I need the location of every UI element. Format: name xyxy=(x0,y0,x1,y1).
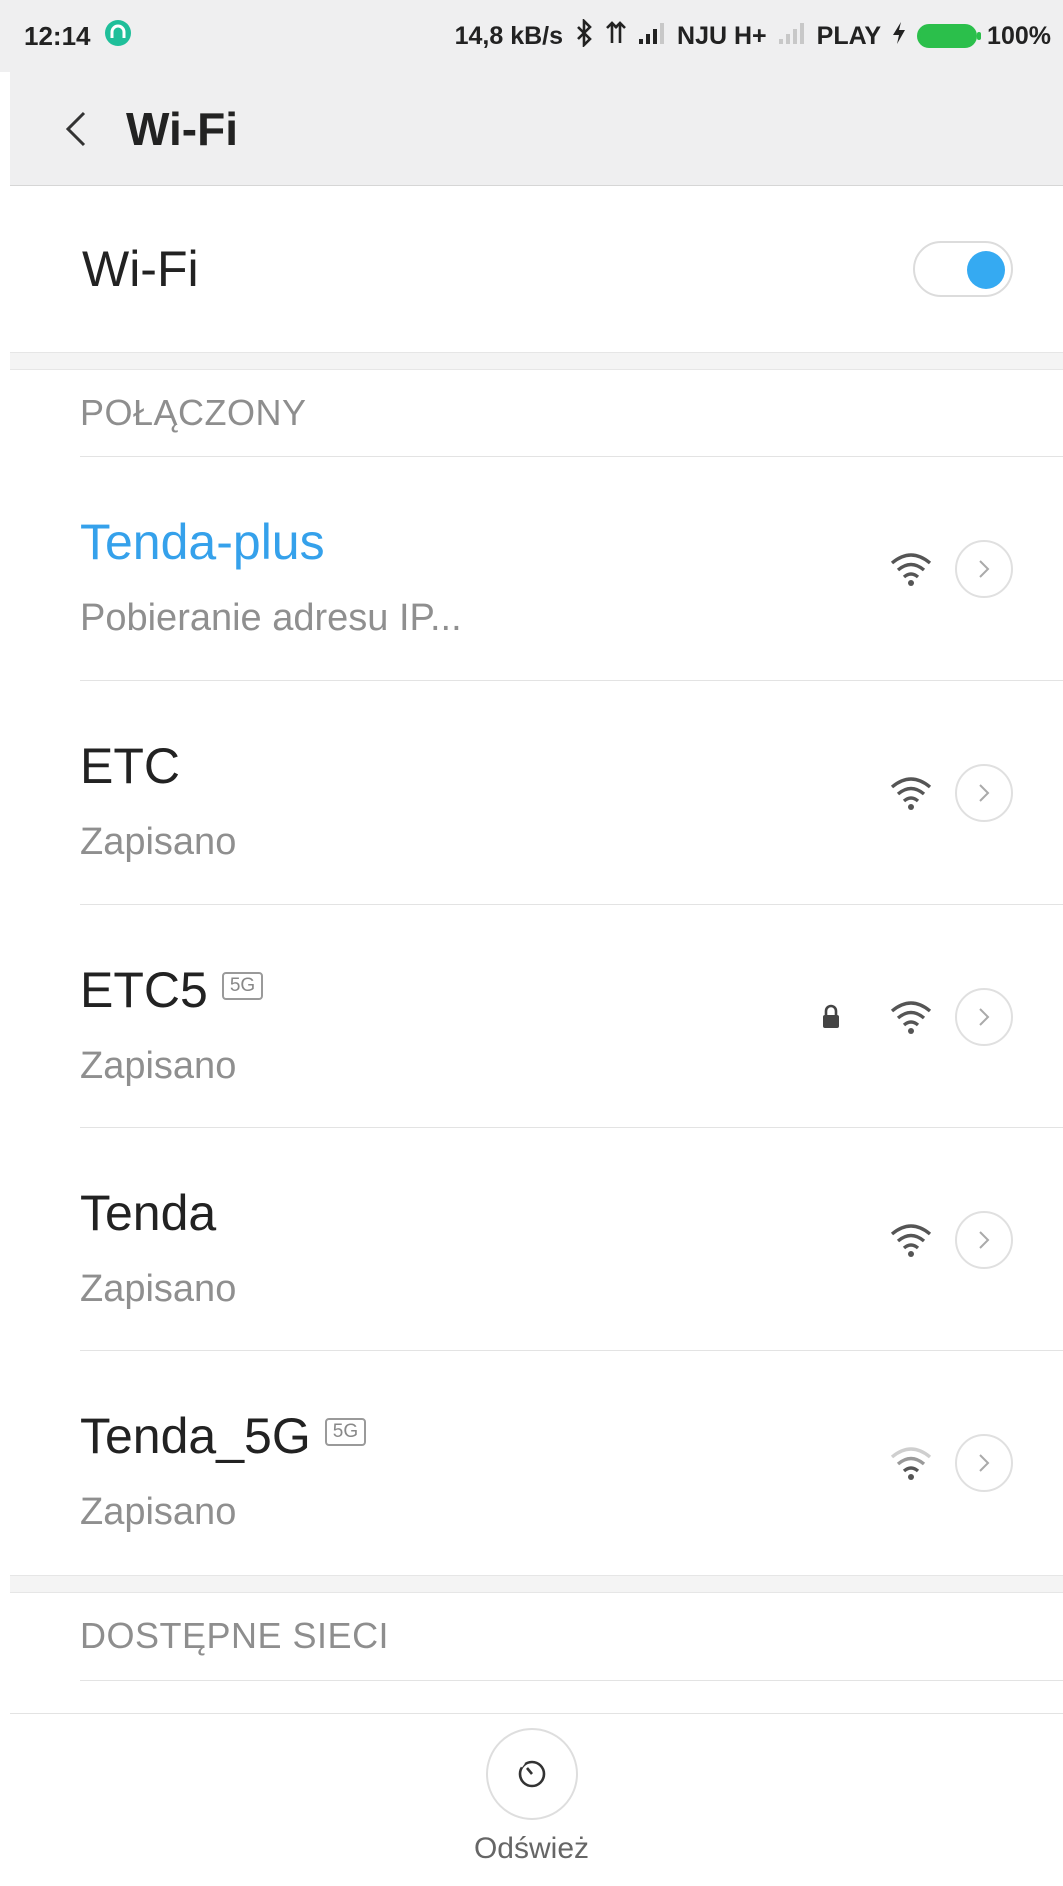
toggle-knob xyxy=(967,251,1005,289)
chevron-right-icon xyxy=(979,1231,990,1249)
network-name: ETC5 5G xyxy=(80,961,264,1019)
wifi-toggle-switch[interactable] xyxy=(913,241,1013,297)
refresh-button[interactable] xyxy=(485,1728,578,1820)
carrier-2: PLAY xyxy=(816,21,882,50)
wifi-full-icon xyxy=(890,1224,932,1257)
chevron-right-icon xyxy=(979,1454,990,1472)
divider xyxy=(80,1680,1063,1681)
network-name: ETC xyxy=(80,738,180,794)
notification-app-icon xyxy=(103,18,133,55)
bluetooth-icon xyxy=(573,17,595,54)
status-bar: 12:14 14,8 kB/s NJU H+ PLAY 100% xyxy=(0,0,1063,72)
data-transfer-icon xyxy=(605,19,627,54)
wifi-full-icon xyxy=(890,553,932,586)
clock: 12:14 xyxy=(24,20,91,51)
chevron-right-icon xyxy=(979,784,990,802)
battery-icon xyxy=(917,24,982,48)
network-name: Tenda-plus xyxy=(80,514,325,570)
wifi-toggle-label: Wi-Fi xyxy=(82,241,199,297)
battery-percent: 100% xyxy=(987,21,1051,50)
band-5g-badge: 5G xyxy=(324,1418,367,1446)
network-status: Pobieranie adresu IP... xyxy=(80,597,462,639)
app-header: Wi-Fi xyxy=(10,72,1063,186)
signal-icon xyxy=(637,21,667,52)
wifi-toggle-row[interactable]: Wi-Fi xyxy=(10,186,1063,352)
refresh-area: Odśwież xyxy=(0,1728,1063,1886)
network-name: Tenda xyxy=(80,1185,217,1241)
lock-icon xyxy=(823,1004,839,1028)
network-status: Zapisano xyxy=(80,1491,237,1533)
chevron-left-icon xyxy=(65,111,86,146)
divider xyxy=(10,1713,1063,1714)
section-gap xyxy=(10,352,1063,370)
network-status: Zapisano xyxy=(80,1268,237,1310)
available-section-label: DOSTĘPNE SIECI xyxy=(80,1615,390,1656)
section-gap xyxy=(10,1575,1063,1593)
network-item[interactable]: Tenda_5G 5G Zapisano xyxy=(10,1351,1063,1574)
network-item[interactable]: ETC5 5G Zapisano xyxy=(10,905,1063,1128)
network-item[interactable]: ETC Zapisano xyxy=(10,681,1063,904)
charging-icon xyxy=(891,21,907,52)
network-details-button[interactable] xyxy=(955,764,1013,822)
wifi-weak-icon xyxy=(890,1447,932,1480)
network-details-button[interactable] xyxy=(955,1211,1013,1269)
page-title: Wi-Fi xyxy=(126,102,238,155)
wifi-full-icon xyxy=(890,1001,932,1034)
chevron-right-icon xyxy=(979,1008,990,1026)
refresh-icon xyxy=(517,1760,545,1788)
wifi-settings-screen: 12:14 14,8 kB/s NJU H+ PLAY 100% Wi-Fi W… xyxy=(0,0,1063,1886)
network-details-button[interactable] xyxy=(955,988,1013,1046)
signal-icon-2 xyxy=(777,21,807,52)
network-item[interactable]: Tenda-plus Pobieranie adresu IP... xyxy=(10,457,1063,680)
back-button[interactable] xyxy=(56,109,96,149)
chevron-right-icon xyxy=(979,560,990,578)
network-item[interactable]: Tenda Zapisano xyxy=(10,1128,1063,1351)
network-name: Tenda_5G 5G xyxy=(80,1407,367,1465)
wifi-full-icon xyxy=(890,777,932,810)
network-details-button[interactable] xyxy=(955,1434,1013,1492)
network-details-button[interactable] xyxy=(955,540,1013,598)
refresh-label: Odśwież xyxy=(473,1832,590,1865)
carrier-1: NJU H+ xyxy=(677,21,767,50)
band-5g-badge: 5G xyxy=(221,972,264,1000)
network-status: Zapisano xyxy=(80,821,237,863)
network-status: Zapisano xyxy=(80,1045,237,1087)
network-speed: 14,8 kB/s xyxy=(454,21,564,50)
connected-section-label: POŁĄCZONY xyxy=(80,392,307,433)
